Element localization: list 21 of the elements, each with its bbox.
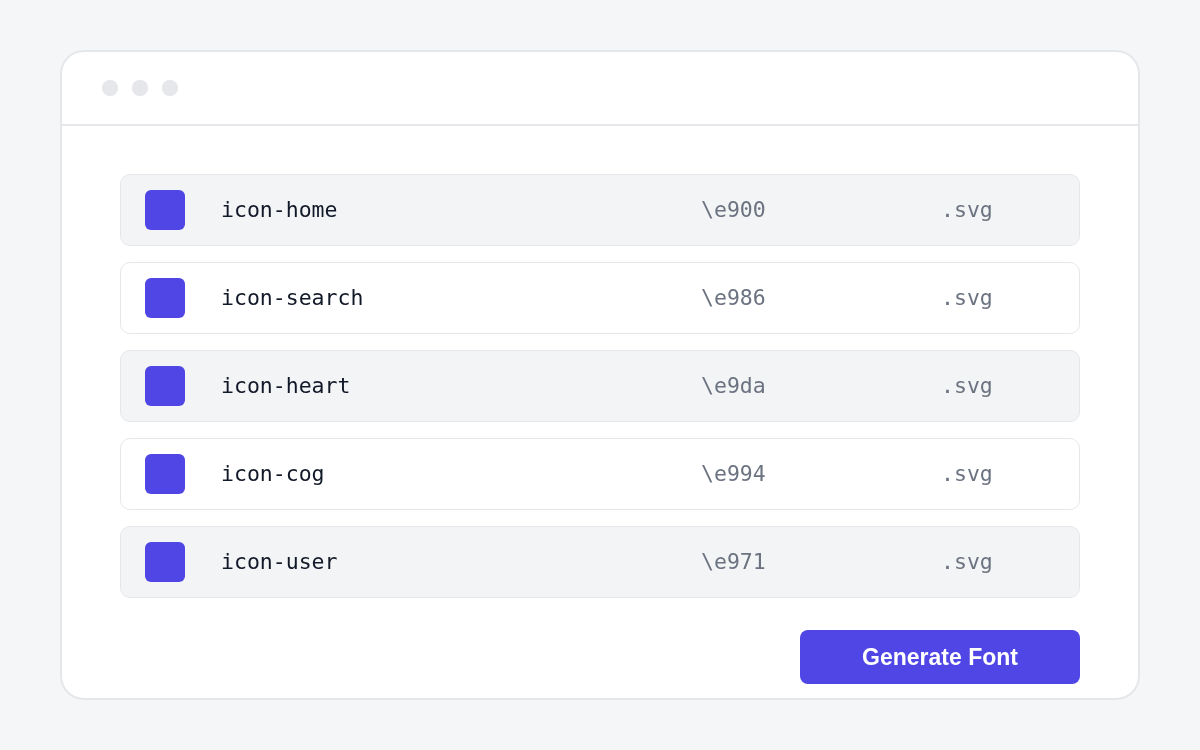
glyph-code: \e994 — [701, 459, 767, 488]
glyph-code: \e986 — [701, 283, 767, 312]
generate-font-button[interactable]: Generate Font — [800, 630, 1080, 684]
glyph-name: icon-search — [221, 283, 365, 312]
square-icon — [145, 454, 185, 494]
glyph-code: \e9da — [701, 371, 767, 400]
file-extension: .svg — [941, 459, 994, 488]
glyph-name: icon-user — [221, 547, 339, 576]
file-extension: .svg — [941, 371, 994, 400]
square-icon — [145, 366, 185, 406]
glyph-code: \e900 — [701, 195, 767, 224]
square-icon — [145, 278, 185, 318]
glyph-name: icon-home — [221, 195, 339, 224]
glyph-name: icon-heart — [221, 371, 352, 400]
file-extension: .svg — [941, 547, 994, 576]
square-icon — [145, 542, 185, 582]
glyph-code: \e971 — [701, 547, 767, 576]
glyph-name: icon-cog — [221, 459, 326, 488]
file-extension: .svg — [941, 195, 994, 224]
file-extension: .svg — [941, 283, 994, 312]
square-icon — [145, 190, 185, 230]
